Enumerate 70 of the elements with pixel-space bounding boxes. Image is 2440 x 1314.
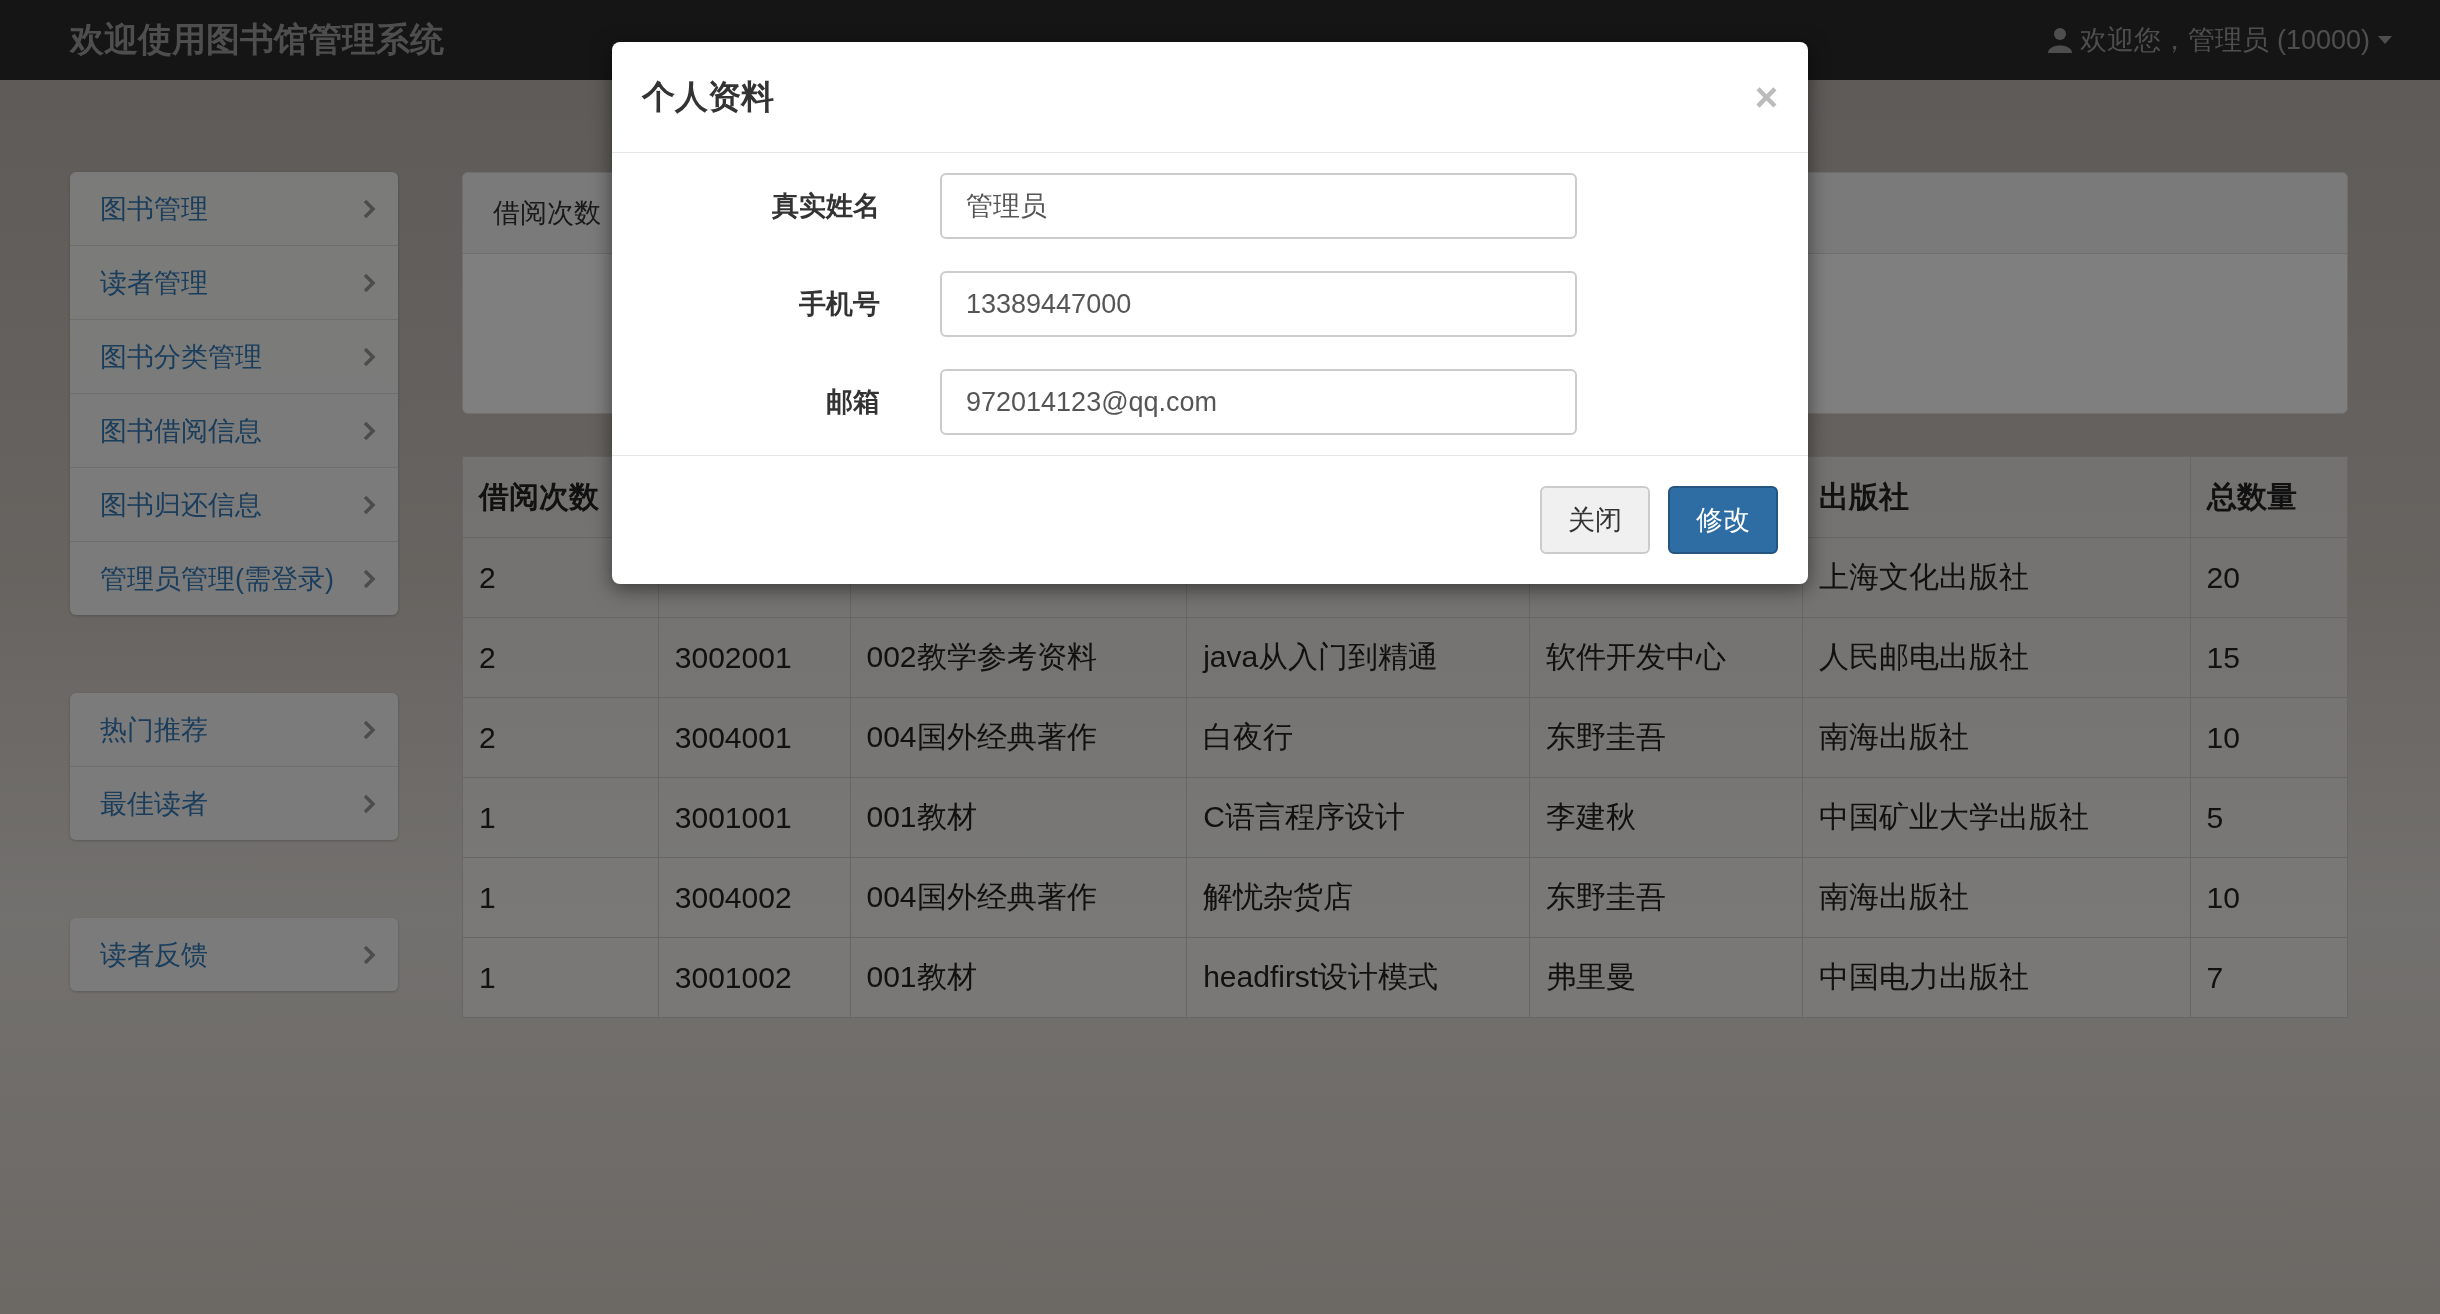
table-cell: 南海出版社 — [1802, 697, 2191, 778]
table-cell: headfirst设计模式 — [1186, 937, 1530, 1018]
caret-icon — [2378, 36, 2392, 44]
table-cell: 10 — [2190, 697, 2348, 778]
table-cell: 3004001 — [658, 697, 850, 778]
table-cell: 3001001 — [658, 777, 850, 858]
table-cell: 中国电力出版社 — [1802, 937, 2191, 1018]
user-icon — [2048, 27, 2073, 53]
table-cell: 3004002 — [658, 857, 850, 938]
table-cell: 2 — [462, 697, 659, 778]
input-field[interactable]: 972014123@qq.com — [940, 369, 1577, 435]
sidebar-item[interactable]: 图书归还信息 — [70, 468, 398, 542]
table-cell: 中国矿业大学出版社 — [1802, 777, 2191, 858]
table-cell: 1 — [462, 937, 659, 1018]
panel-title: 借阅次数 — [493, 197, 601, 230]
sidebar-item[interactable]: 图书管理 — [70, 172, 398, 246]
sidebar-item[interactable]: 最佳读者 — [70, 767, 398, 840]
table-cell: 东野圭吾 — [1529, 857, 1803, 938]
table-cell: 10 — [2190, 857, 2348, 938]
input-field[interactable]: 管理员 — [940, 173, 1577, 239]
table-cell: 人民邮电出版社 — [1802, 617, 2191, 698]
table-cell: 1 — [462, 777, 659, 858]
table-cell: 15 — [2190, 617, 2348, 698]
input-field[interactable]: 13389447000 — [940, 271, 1577, 337]
table-cell: 20 — [2190, 537, 2348, 618]
table-cell: 南海出版社 — [1802, 857, 2191, 938]
chevron-right-icon — [362, 493, 376, 516]
table-cell: 3001002 — [658, 937, 850, 1018]
dialog-title: 个人资料 — [642, 76, 774, 117]
user-menu[interactable]: 欢迎您，管理员 (10000) — [2048, 22, 2392, 58]
table-cell: 李建秋 — [1529, 777, 1803, 858]
sidebar-item[interactable]: 读者反馈 — [70, 918, 398, 991]
sidebar-item[interactable]: 管理员管理(需登录) — [70, 542, 398, 615]
chevron-right-icon — [362, 197, 376, 220]
sidebar-item[interactable]: 图书分类管理 — [70, 320, 398, 394]
chevron-right-icon — [362, 345, 376, 368]
table-cell: 解忧杂货店 — [1186, 857, 1530, 938]
sidebar-item[interactable]: 图书借阅信息 — [70, 394, 398, 468]
column-header: 总数量 — [2190, 456, 2348, 538]
table-cell: 东野圭吾 — [1529, 697, 1803, 778]
chevron-right-icon — [362, 567, 376, 590]
field-label: 真实姓名 — [771, 190, 880, 223]
table-cell: 7 — [2190, 937, 2348, 1018]
chevron-right-icon — [362, 943, 376, 966]
table-cell: 004国外经典著作 — [850, 697, 1187, 778]
system-title: 欢迎使用图书馆管理系统 — [70, 19, 444, 60]
table-cell: java从入门到精通 — [1186, 617, 1530, 698]
table-cell: 1 — [462, 857, 659, 938]
chevron-right-icon — [362, 792, 376, 815]
table-cell: 001教材 — [850, 777, 1187, 858]
table-cell: C语言程序设计 — [1186, 777, 1530, 858]
sidebar-item[interactable]: 热门推荐 — [70, 693, 398, 767]
sidebar-item[interactable]: 读者管理 — [70, 246, 398, 320]
table-cell: 5 — [2190, 777, 2348, 858]
chevron-right-icon — [362, 271, 376, 294]
chevron-right-icon — [362, 718, 376, 741]
close-button[interactable]: × — [1754, 74, 1778, 120]
close-dialog-button[interactable]: 关闭 — [1540, 486, 1650, 554]
table-cell: 002教学参考资料 — [850, 617, 1187, 698]
table-cell: 004国外经典著作 — [850, 857, 1187, 938]
table-cell: 软件开发中心 — [1529, 617, 1803, 698]
table-cell: 001教材 — [850, 937, 1187, 1018]
field-label: 手机号 — [798, 288, 880, 321]
table-cell: 2 — [462, 617, 659, 698]
chevron-right-icon — [362, 419, 376, 442]
field-label: 邮箱 — [825, 386, 880, 419]
table-cell: 白夜行 — [1186, 697, 1530, 778]
table-cell: 弗里曼 — [1529, 937, 1803, 1018]
submit-button[interactable]: 修改 — [1668, 486, 1778, 554]
table-cell: 3002001 — [658, 617, 850, 698]
